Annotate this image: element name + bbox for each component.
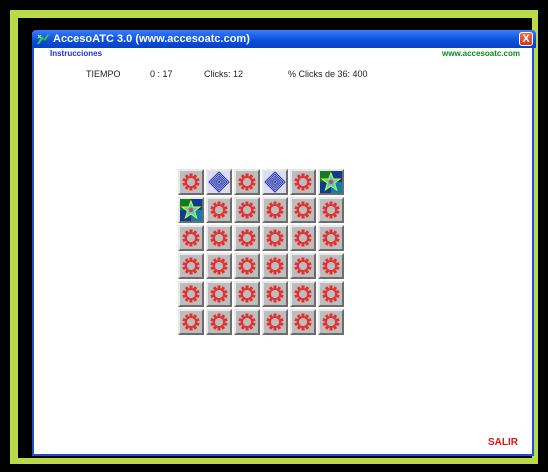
- ring-icon: [238, 313, 256, 331]
- ring-icon: [238, 229, 256, 247]
- ring-icon: [182, 229, 200, 247]
- diamond-pattern-icon: [208, 171, 230, 193]
- hidden-card-tile[interactable]: [290, 309, 316, 335]
- ring-icon: [266, 201, 284, 219]
- hidden-card-tile[interactable]: [234, 281, 260, 307]
- star-icon: [320, 171, 342, 193]
- ring-icon: [294, 229, 312, 247]
- hidden-card-tile[interactable]: [234, 225, 260, 251]
- clicks-counter: Clicks: 12: [204, 69, 244, 79]
- hidden-card-tile[interactable]: [178, 253, 204, 279]
- revealed-card-tile[interactable]: [206, 169, 232, 195]
- ring-icon: [266, 313, 284, 331]
- hidden-card-tile[interactable]: [234, 253, 260, 279]
- time-label: TIEMPO: [86, 69, 121, 79]
- revealed-card-tile[interactable]: [318, 169, 344, 195]
- hidden-card-tile[interactable]: [262, 309, 288, 335]
- hidden-card-tile[interactable]: [290, 281, 316, 307]
- hidden-card-tile[interactable]: [178, 281, 204, 307]
- app-logo-icon: [36, 33, 50, 45]
- window-title: AccesoATC 3.0 (www.accesoatc.com): [53, 33, 250, 45]
- ring-icon: [266, 257, 284, 275]
- hidden-card-tile[interactable]: [290, 197, 316, 223]
- ring-icon: [322, 229, 340, 247]
- hidden-card-tile[interactable]: [318, 197, 344, 223]
- hidden-card-tile[interactable]: [206, 253, 232, 279]
- hidden-card-tile[interactable]: [262, 197, 288, 223]
- ring-icon: [238, 285, 256, 303]
- ring-icon: [210, 285, 228, 303]
- ring-icon: [182, 173, 200, 191]
- time-value: 0 : 17: [150, 69, 173, 79]
- hidden-card-tile[interactable]: [206, 225, 232, 251]
- ring-icon: [238, 257, 256, 275]
- ring-icon: [266, 285, 284, 303]
- hidden-card-tile[interactable]: [290, 169, 316, 195]
- close-button[interactable]: X: [519, 32, 533, 46]
- ring-icon: [182, 257, 200, 275]
- hidden-card-tile[interactable]: [262, 253, 288, 279]
- ring-icon: [182, 313, 200, 331]
- exit-button[interactable]: SALIR: [488, 437, 518, 448]
- ring-icon: [182, 285, 200, 303]
- ring-icon: [210, 201, 228, 219]
- ring-icon: [294, 201, 312, 219]
- ring-icon: [294, 257, 312, 275]
- ring-icon: [210, 229, 228, 247]
- hidden-card-tile[interactable]: [234, 169, 260, 195]
- memory-board: [178, 169, 344, 335]
- hidden-card-tile[interactable]: [178, 309, 204, 335]
- hidden-card-tile[interactable]: [318, 225, 344, 251]
- hidden-card-tile[interactable]: [318, 253, 344, 279]
- ring-icon: [322, 201, 340, 219]
- instructions-link[interactable]: Instrucciones: [50, 49, 102, 58]
- ring-icon: [238, 173, 256, 191]
- title-bar[interactable]: AccesoATC 3.0 (www.accesoatc.com) X: [32, 30, 536, 48]
- ring-icon: [322, 313, 340, 331]
- hidden-card-tile[interactable]: [178, 169, 204, 195]
- percent-clicks: % Clicks de 36: 400: [288, 69, 368, 79]
- hidden-card-tile[interactable]: [206, 309, 232, 335]
- hidden-card-tile[interactable]: [206, 197, 232, 223]
- site-link[interactable]: www.accesoatc.com: [442, 49, 520, 58]
- hidden-card-tile[interactable]: [318, 309, 344, 335]
- ring-icon: [210, 313, 228, 331]
- hidden-card-tile[interactable]: [234, 197, 260, 223]
- ring-icon: [322, 285, 340, 303]
- ring-icon: [294, 173, 312, 191]
- hidden-card-tile[interactable]: [178, 225, 204, 251]
- hidden-card-tile[interactable]: [290, 253, 316, 279]
- hidden-card-tile[interactable]: [290, 225, 316, 251]
- app-window: AccesoATC 3.0 (www.accesoatc.com) X Inst…: [32, 30, 536, 456]
- diamond-pattern-icon: [264, 171, 286, 193]
- hidden-card-tile[interactable]: [206, 281, 232, 307]
- star-icon: [180, 199, 202, 221]
- hidden-card-tile[interactable]: [318, 281, 344, 307]
- ring-icon: [322, 257, 340, 275]
- hidden-card-tile[interactable]: [262, 225, 288, 251]
- ring-icon: [294, 313, 312, 331]
- hidden-card-tile[interactable]: [262, 281, 288, 307]
- ring-icon: [238, 201, 256, 219]
- revealed-card-tile[interactable]: [178, 197, 204, 223]
- ring-icon: [294, 285, 312, 303]
- revealed-card-tile[interactable]: [262, 169, 288, 195]
- hidden-card-tile[interactable]: [234, 309, 260, 335]
- ring-icon: [210, 257, 228, 275]
- ring-icon: [266, 229, 284, 247]
